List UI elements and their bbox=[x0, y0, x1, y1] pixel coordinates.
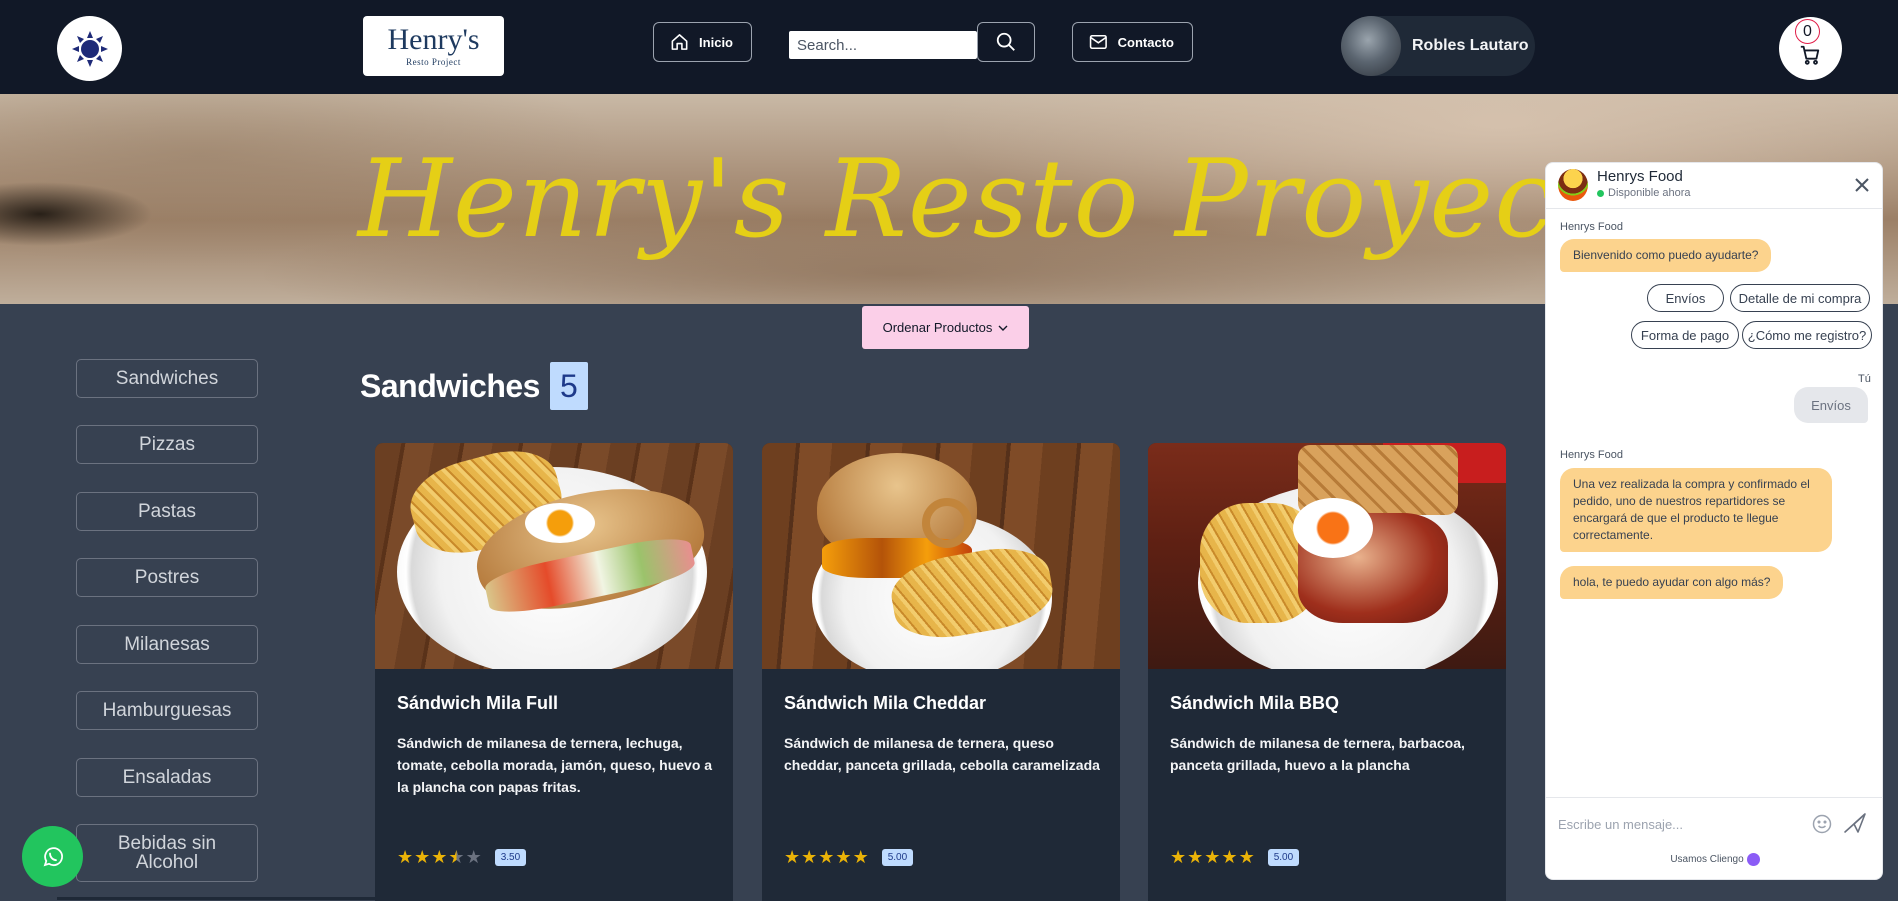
category-ensaladas[interactable]: Ensaladas bbox=[76, 758, 258, 797]
logo-title: Henry's bbox=[387, 23, 480, 56]
online-dot-icon bbox=[1597, 189, 1604, 197]
bot-sender-label: Henrys Food bbox=[1560, 221, 1623, 233]
chat-option-envios[interactable]: Envíos bbox=[1647, 284, 1724, 312]
search-icon bbox=[996, 32, 1015, 51]
order-products-label: Ordenar Productos bbox=[882, 320, 993, 335]
product-image bbox=[1148, 443, 1506, 669]
chevron-down-icon bbox=[998, 325, 1008, 331]
product-card[interactable]: Sándwich Mila Full Sándwich de milanesa … bbox=[375, 443, 733, 901]
chat-message-input[interactable] bbox=[1558, 811, 1788, 837]
whatsapp-icon bbox=[43, 846, 63, 866]
chat-input-row bbox=[1546, 797, 1882, 849]
navbar: Henry's Resto Project Inicio Contacto Ro… bbox=[0, 0, 1898, 94]
rating-badge: 5.00 bbox=[1267, 848, 1300, 866]
star-icon: ★ bbox=[835, 847, 852, 867]
bot-message: Bienvenido como puedo ayudarte? bbox=[1560, 239, 1772, 272]
star-half-icon: ★ bbox=[448, 847, 465, 867]
product-card[interactable]: Sándwich Mila BBQ Sándwich de milanesa d… bbox=[1148, 443, 1506, 901]
chat-header: Henrys Food Disponible ahora bbox=[1546, 163, 1882, 209]
section-title: Sandwiches bbox=[360, 367, 540, 404]
chat-option-forma-pago[interactable]: Forma de pago bbox=[1631, 321, 1739, 349]
chat-footer-text: Usamos Cliengo bbox=[1670, 854, 1744, 865]
bot-message: hola, te puedo ayudar con algo más? bbox=[1560, 566, 1784, 599]
scrollbar-track bbox=[57, 897, 491, 900]
star-empty-icon: ★ bbox=[465, 847, 482, 867]
cliengo-logo-icon bbox=[1746, 853, 1760, 866]
user-name: Robles Lautaro bbox=[1412, 37, 1529, 54]
star-icon: ★ bbox=[784, 847, 801, 867]
home-button-label: Inicio bbox=[699, 34, 733, 50]
chat-name: Henrys Food bbox=[1597, 168, 1683, 185]
close-icon[interactable] bbox=[1853, 176, 1871, 194]
search-input[interactable] bbox=[789, 31, 977, 59]
henrys-logo[interactable]: Henry's Resto Project bbox=[363, 16, 504, 76]
emoji-icon[interactable] bbox=[1812, 814, 1832, 834]
chat-avatar bbox=[1558, 169, 1588, 201]
product-rating: ★ ★ ★ ★ ★ 5.00 bbox=[784, 847, 914, 867]
rating-badge: 5.00 bbox=[881, 848, 914, 866]
contact-button[interactable]: Contacto bbox=[1072, 22, 1193, 62]
star-icon: ★ bbox=[414, 847, 431, 867]
star-icon: ★ bbox=[1170, 847, 1187, 867]
star-icon: ★ bbox=[431, 847, 448, 867]
product-image bbox=[375, 443, 733, 669]
category-bebidas-sin-alcohol[interactable]: Bebidas sin Alcohol bbox=[76, 824, 258, 882]
whatsapp-button[interactable] bbox=[22, 826, 83, 887]
star-icon: ★ bbox=[397, 847, 414, 867]
chat-footer: Usamos Cliengo bbox=[1546, 853, 1882, 866]
star-icon: ★ bbox=[818, 847, 835, 867]
send-icon[interactable] bbox=[1843, 812, 1867, 834]
cart-count-badge: 0 bbox=[1795, 19, 1820, 44]
star-icon: ★ bbox=[801, 847, 818, 867]
star-icon: ★ bbox=[1187, 847, 1204, 867]
user-profile-chip[interactable]: Robles Lautaro bbox=[1341, 16, 1535, 76]
star-icon: ★ bbox=[852, 847, 869, 867]
rating-badge: 3.50 bbox=[494, 848, 527, 866]
category-sandwiches[interactable]: Sandwiches bbox=[76, 359, 258, 398]
envelope-icon bbox=[1089, 35, 1107, 49]
category-pastas[interactable]: Pastas bbox=[76, 492, 258, 531]
category-postres[interactable]: Postres bbox=[76, 558, 258, 597]
bot-sender-label: Henrys Food bbox=[1560, 449, 1623, 461]
category-milanesas[interactable]: Milanesas bbox=[76, 625, 258, 664]
product-rating: ★ ★ ★ ★ ★ 3.50 bbox=[397, 847, 527, 867]
product-card[interactable]: Sándwich Mila Cheddar Sándwich de milane… bbox=[762, 443, 1120, 901]
avatar bbox=[1341, 16, 1401, 76]
contact-button-label: Contacto bbox=[1117, 34, 1174, 50]
product-description: Sándwich de milanesa de ternera, queso c… bbox=[784, 735, 1100, 773]
order-products-dropdown[interactable]: Ordenar Productos bbox=[862, 306, 1029, 349]
logo-subtitle: Resto Project bbox=[406, 57, 461, 67]
home-button[interactable]: Inicio bbox=[653, 22, 752, 62]
bot-message: Una vez realizada la compra y confirmado… bbox=[1560, 468, 1832, 552]
product-title: Sándwich Mila Cheddar bbox=[784, 693, 987, 713]
chat-option-como-registro[interactable]: ¿Cómo me registro? bbox=[1742, 321, 1872, 349]
product-title: Sándwich Mila BBQ bbox=[1170, 693, 1340, 713]
product-description: Sándwich de milanesa de ternera, barbaco… bbox=[1170, 735, 1465, 773]
section-count-badge: 5 bbox=[549, 362, 588, 410]
sun-icon bbox=[71, 30, 108, 67]
user-sender-label: Tú bbox=[1858, 373, 1871, 385]
category-pizzas[interactable]: Pizzas bbox=[76, 425, 258, 464]
product-description: Sándwich de milanesa de ternera, lechuga… bbox=[397, 735, 713, 795]
chat-option-detalle-compra[interactable]: Detalle de mi compra bbox=[1730, 284, 1870, 312]
chat-status: Disponible ahora bbox=[1597, 187, 1691, 199]
category-hamburguesas[interactable]: Hamburguesas bbox=[76, 691, 258, 730]
cart-icon bbox=[1800, 45, 1820, 65]
section-heading: Sandwiches 5 bbox=[360, 362, 588, 410]
star-icon: ★ bbox=[1204, 847, 1221, 867]
product-rating: ★ ★ ★ ★ ★ 5.00 bbox=[1170, 847, 1300, 867]
cart-button[interactable]: 0 bbox=[1779, 17, 1842, 80]
star-icon: ★ bbox=[1238, 847, 1255, 867]
search-button[interactable] bbox=[977, 22, 1035, 62]
theme-toggle-button[interactable] bbox=[57, 16, 122, 81]
user-message: Envíos bbox=[1794, 387, 1868, 423]
product-title: Sándwich Mila Full bbox=[397, 693, 559, 713]
chat-status-text: Disponible ahora bbox=[1608, 187, 1691, 199]
star-icon: ★ bbox=[1221, 847, 1238, 867]
home-icon bbox=[671, 34, 688, 50]
chat-widget: Henrys Food Disponible ahora Henrys Food… bbox=[1545, 162, 1883, 880]
product-image bbox=[762, 443, 1120, 669]
